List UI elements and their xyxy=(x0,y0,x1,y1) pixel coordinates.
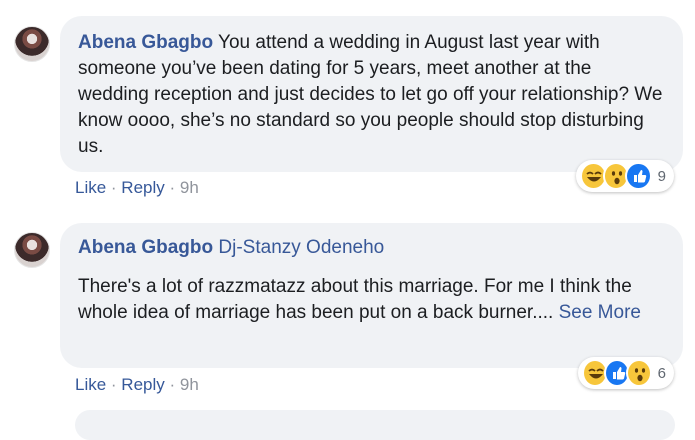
comment-actions: Like · Reply · 9h xyxy=(75,374,199,396)
separator: · xyxy=(164,375,180,394)
reply-link[interactable]: Reply xyxy=(121,178,164,197)
reactions-summary[interactable]: 6 xyxy=(578,357,674,389)
timestamp[interactable]: 9h xyxy=(180,178,199,197)
comment-actions: Like · Reply · 9h xyxy=(75,177,199,199)
reply-link[interactable]: Reply xyxy=(121,375,164,394)
reactions-summary[interactable]: 9 xyxy=(576,160,674,192)
comment-body: There's a lot of razzmatazz about this m… xyxy=(78,276,632,323)
avatar[interactable] xyxy=(14,232,50,268)
see-more-link[interactable]: See More xyxy=(559,302,641,323)
reaction-count: 6 xyxy=(657,364,667,382)
reaction-count: 9 xyxy=(657,167,666,185)
separator: · xyxy=(164,178,180,197)
comment-bubble: Abena Gbagbo You attend a wedding in Aug… xyxy=(60,16,683,172)
wow-icon xyxy=(625,359,652,387)
mention-link[interactable]: Dj-Stanzy Odeneho xyxy=(218,237,384,258)
separator: · xyxy=(106,178,122,197)
comment-bubble: Abena Gbagbo Dj-Stanzy Odeneho There's a… xyxy=(60,223,683,368)
avatar[interactable] xyxy=(14,26,50,62)
timestamp[interactable]: 9h xyxy=(180,375,199,394)
like-icon xyxy=(625,162,652,190)
comment-author[interactable]: Abena Gbagbo xyxy=(78,237,213,258)
next-comment-bubble xyxy=(75,410,675,440)
comment-author[interactable]: Abena Gbagbo xyxy=(78,32,213,53)
separator: · xyxy=(106,375,122,394)
comment-header: Abena Gbagbo Dj-Stanzy Odeneho xyxy=(78,235,665,261)
comment-text: Abena Gbagbo You attend a wedding in Aug… xyxy=(78,30,665,160)
like-link[interactable]: Like xyxy=(75,178,106,197)
comment-text: There's a lot of razzmatazz about this m… xyxy=(78,274,665,326)
like-link[interactable]: Like xyxy=(75,375,106,394)
